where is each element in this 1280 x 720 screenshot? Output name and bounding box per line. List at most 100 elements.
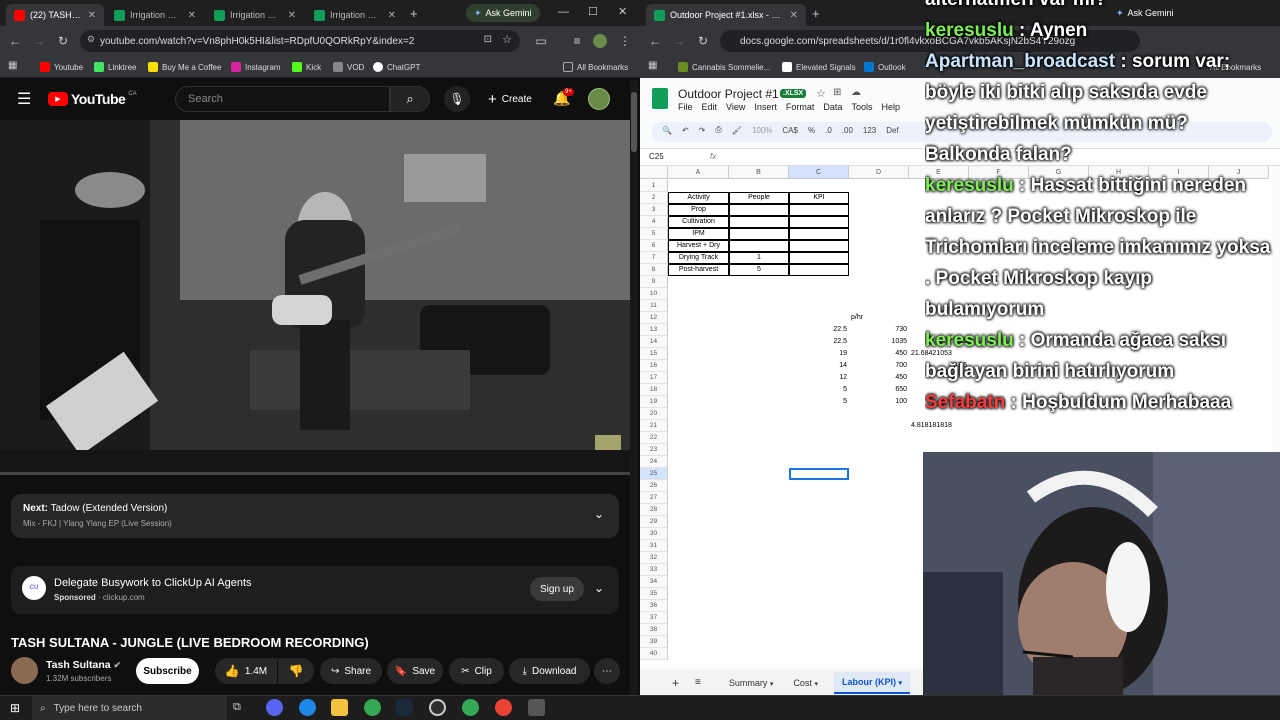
row-header[interactable]: 13 xyxy=(640,324,668,336)
hamburger-menu-icon[interactable]: ☰ xyxy=(17,89,31,109)
row-header[interactable]: 37 xyxy=(640,612,668,624)
row-header[interactable]: 31 xyxy=(640,540,668,552)
row-header[interactable]: 28 xyxy=(640,504,668,516)
row-header[interactable]: 15 xyxy=(640,348,668,360)
row-header[interactable]: 34 xyxy=(640,576,668,588)
bookmark-star-icon[interactable]: ☆ xyxy=(502,33,512,46)
column-header[interactable]: C xyxy=(789,166,849,179)
all-sheets-icon[interactable]: ≡ xyxy=(695,677,701,688)
row-header[interactable]: 9 xyxy=(640,276,668,288)
star-icon[interactable]: ☆ xyxy=(816,87,826,100)
activity-cell[interactable]: Cultivation xyxy=(668,216,729,228)
currency-format-button[interactable]: CA$ xyxy=(782,126,798,135)
sheet-tab-cost[interactable]: Cost ▾ xyxy=(793,678,818,688)
chrome-icon-3[interactable] xyxy=(495,699,512,716)
menu-data[interactable]: Data xyxy=(823,102,842,112)
youtube-search-input[interactable]: Search xyxy=(175,86,390,112)
kpi-cell[interactable] xyxy=(789,204,849,216)
row-header[interactable]: 26 xyxy=(640,480,668,492)
row-header[interactable]: 8 xyxy=(640,264,668,276)
windows-start-icon[interactable]: ⊞ xyxy=(10,701,20,715)
kpi-cell[interactable] xyxy=(789,216,849,228)
bookmark-cannabis[interactable]: Cannabis Sommelie... xyxy=(678,59,770,75)
c-value-cell[interactable]: 12 xyxy=(789,372,849,384)
row-header[interactable]: 6 xyxy=(640,240,668,252)
row-header[interactable]: 23 xyxy=(640,444,668,456)
close-icon[interactable]: ✕ xyxy=(790,10,798,21)
save-button[interactable]: 🔖 Save xyxy=(387,658,443,684)
d-value-cell[interactable]: 730 xyxy=(849,324,909,336)
d-value-cell[interactable]: 450 xyxy=(849,348,909,360)
redo-icon[interactable]: ↷ xyxy=(699,126,706,135)
close-icon[interactable]: ✕ xyxy=(88,10,96,21)
table-header-cell[interactable]: People xyxy=(729,192,789,204)
row-header[interactable]: 1 xyxy=(640,180,668,192)
c-value-cell[interactable]: 22.5 xyxy=(789,324,849,336)
reload-icon[interactable]: ↻ xyxy=(54,32,72,50)
people-cell[interactable] xyxy=(729,216,789,228)
row-header[interactable]: 16 xyxy=(640,360,668,372)
table-header-cell[interactable]: Activity xyxy=(668,192,729,204)
sheet-tab-summary[interactable]: Summary ▾ xyxy=(729,678,774,688)
bookmark-outlook[interactable]: Outlook xyxy=(864,59,906,75)
taskbar-search[interactable]: ⌕ Type here to search xyxy=(32,696,227,720)
menu-view[interactable]: View xyxy=(726,102,745,112)
kpi-cell[interactable] xyxy=(789,240,849,252)
discord-icon[interactable] xyxy=(266,699,283,716)
row-header[interactable]: 29 xyxy=(640,516,668,528)
activity-cell[interactable]: Harvest + Dry xyxy=(668,240,729,252)
dislike-button[interactable]: 👎 xyxy=(278,658,314,684)
move-folder-icon[interactable]: ⊞ xyxy=(833,87,841,98)
ask-gemini-button[interactable]: ✦ Ask Gemini xyxy=(466,4,540,22)
channel-name[interactable]: Tash Sultana xyxy=(46,659,111,671)
edge-icon[interactable] xyxy=(299,699,316,716)
zoom-select[interactable]: 100% xyxy=(752,126,772,135)
percent-format-button[interactable]: % xyxy=(808,126,815,135)
bookmark-vod[interactable]: VOD xyxy=(333,59,364,75)
create-button[interactable]: + Create xyxy=(480,86,540,112)
people-cell[interactable]: 5 xyxy=(729,264,789,276)
row-header[interactable]: 4 xyxy=(640,216,668,228)
add-sheet-icon[interactable]: + xyxy=(672,676,679,690)
new-tab-icon[interactable]: + xyxy=(812,6,820,21)
close-icon[interactable]: ✕ xyxy=(388,10,396,21)
row-header[interactable]: 17 xyxy=(640,372,668,384)
row-header[interactable]: 22 xyxy=(640,432,668,444)
kpi-cell[interactable] xyxy=(789,252,849,264)
decrease-decimal-button[interactable]: .0 xyxy=(825,126,832,135)
select-all-corner[interactable] xyxy=(640,166,668,179)
activity-cell[interactable]: Prop xyxy=(668,204,729,216)
more-formats-button[interactable]: 123 xyxy=(863,126,876,135)
menu-format[interactable]: Format xyxy=(786,102,815,112)
name-box[interactable]: C25 xyxy=(649,152,664,161)
subscribe-button[interactable]: Subscribe xyxy=(136,658,199,684)
tab-outdoor-project[interactable]: Outdoor Project #1.xlsx - Goog ✕ xyxy=(646,4,806,26)
kpi-cell[interactable] xyxy=(789,228,849,240)
file-explorer-icon[interactable] xyxy=(331,699,348,716)
bookmark-instagram[interactable]: Instagram xyxy=(231,59,281,75)
chrome-icon[interactable] xyxy=(364,699,381,716)
profile-avatar[interactable] xyxy=(593,34,607,48)
menu-edit[interactable]: Edit xyxy=(702,102,718,112)
increase-decimal-button[interactable]: .00 xyxy=(842,126,853,135)
row-header[interactable]: 38 xyxy=(640,624,668,636)
row-header[interactable]: 36 xyxy=(640,600,668,612)
undo-icon[interactable]: ↶ xyxy=(682,126,689,135)
row-header[interactable]: 39 xyxy=(640,636,668,648)
share-button[interactable]: ↪ Share xyxy=(320,658,382,684)
channel-avatar[interactable] xyxy=(11,657,38,684)
people-cell[interactable] xyxy=(729,228,789,240)
tab-irrigation-1[interactable]: Irrigation Dire ✕ xyxy=(106,4,204,26)
sponsored-ad-card[interactable]: CU Delegate Busywork to ClickUp AI Agent… xyxy=(11,566,619,614)
kpi-cell[interactable] xyxy=(789,264,849,276)
bookmark-youtube[interactable]: Youtube xyxy=(40,59,83,75)
download-button[interactable]: ⤓ Download xyxy=(509,658,590,684)
row-header[interactable]: 2 xyxy=(640,192,668,204)
column-header[interactable]: B xyxy=(729,166,789,179)
column-header[interactable]: A xyxy=(668,166,729,179)
c-value-cell[interactable]: 5 xyxy=(789,384,849,396)
d-value-cell[interactable]: 650 xyxy=(849,384,909,396)
d-value-cell[interactable]: 1035 xyxy=(849,336,909,348)
install-icon[interactable]: ⊡ xyxy=(484,34,492,45)
new-tab-icon[interactable]: + xyxy=(410,6,418,21)
